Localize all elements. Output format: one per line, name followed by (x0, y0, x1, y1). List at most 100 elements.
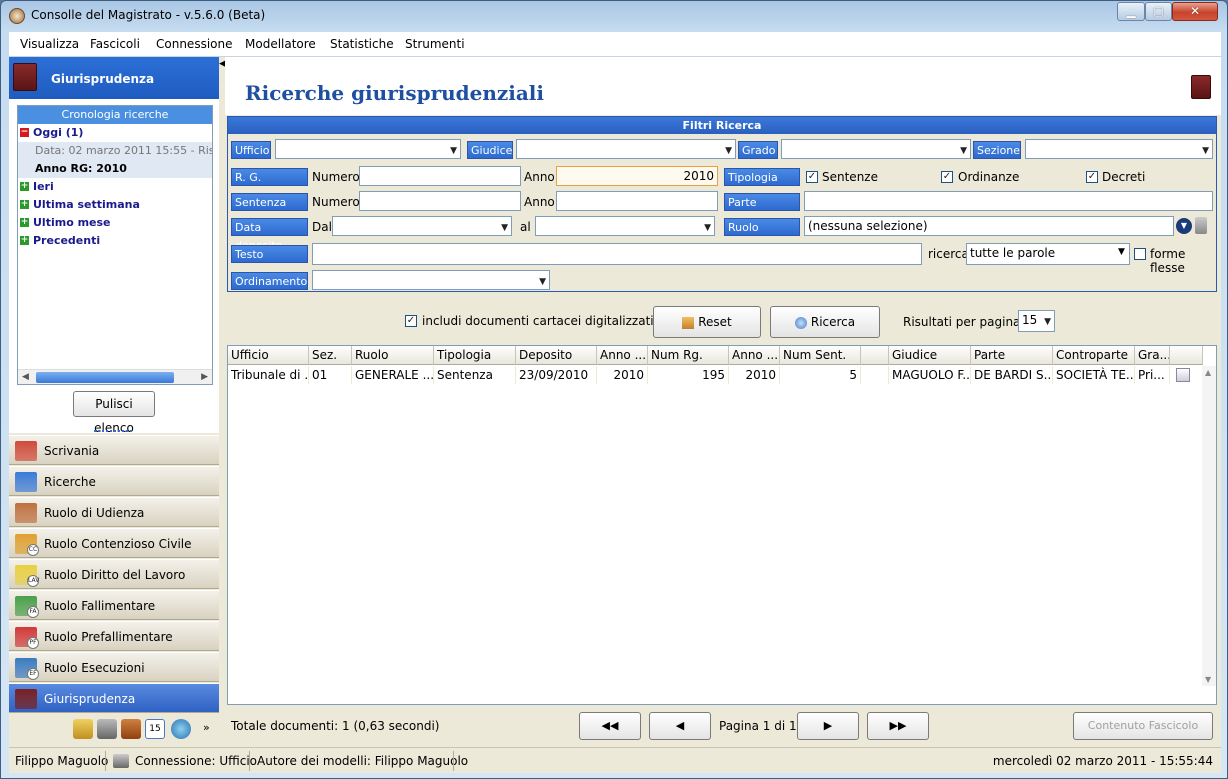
scroll-right-icon[interactable]: ▶ (201, 372, 208, 382)
parte-input[interactable] (804, 191, 1213, 211)
ordinamento-select[interactable]: ▼ (312, 270, 550, 290)
column-header[interactable]: Ufficio (228, 346, 309, 365)
sezione-select[interactable]: ▼ (1025, 139, 1213, 159)
close-button[interactable]: ✕ (1172, 2, 1218, 21)
table-cell[interactable]: Sentenza (434, 366, 516, 384)
table-cell[interactable]: DE BARDI S... (971, 366, 1053, 384)
column-header[interactable]: Parte (971, 346, 1053, 365)
decreti-checkbox[interactable]: ✓ (1086, 171, 1098, 183)
next-page-button[interactable]: ▶ (797, 712, 859, 740)
date-from-picker[interactable]: ▼ (332, 216, 512, 236)
table-cell[interactable]: GENERALE ... (352, 366, 434, 384)
column-header[interactable]: Anno ... (729, 346, 780, 365)
horizontal-scrollbar[interactable]: ◀ ▶ (18, 369, 212, 384)
scroll-left-icon[interactable]: ◀ (22, 372, 29, 382)
rg-anno-input[interactable]: 2010 (556, 166, 718, 186)
tree-node-ieri[interactable]: + Ieri (18, 178, 212, 196)
last-page-button[interactable]: ▶▶ (867, 712, 929, 740)
table-cell[interactable]: 5 (780, 366, 861, 384)
column-header[interactable]: Sez. (309, 346, 352, 365)
table-cell[interactable]: 23/09/2010 (516, 366, 597, 384)
nav-giurisprudenza[interactable]: Giurisprudenza (9, 683, 219, 713)
gears-icon[interactable] (97, 719, 117, 739)
menu-strumenti[interactable]: Strumenti (405, 37, 465, 51)
nav-ruolo-contenzioso-civile[interactable]: CC Ruolo Contenzioso Civile (9, 528, 219, 558)
open-document-icon[interactable] (1176, 368, 1190, 382)
sentenza-numero-input[interactable] (359, 191, 521, 211)
dropdown-circle-icon[interactable]: ▼ (1176, 218, 1192, 234)
search-button[interactable]: Ricerca (770, 306, 880, 338)
collapse-icon[interactable]: − (20, 128, 29, 137)
nav-ruolo-fallimentare[interactable]: FA Ruolo Fallimentare (9, 590, 219, 620)
table-cell[interactable]: 01 (309, 366, 352, 384)
minimize-button[interactable]: ▁ (1117, 2, 1145, 21)
grado-select[interactable]: ▼ (781, 139, 971, 159)
sentenze-checkbox[interactable]: ✓ (806, 171, 818, 183)
column-header[interactable]: Ruolo (352, 346, 434, 365)
nav-scrivania[interactable]: Scrivania (9, 435, 219, 465)
scroll-up-icon[interactable]: ▲ (1205, 368, 1211, 377)
table-cell[interactable]: Tribunale di ... (228, 366, 309, 384)
calendar-icon[interactable]: 15 (145, 719, 165, 739)
tree-node-ultimo-mese[interactable]: + Ultimo mese (18, 214, 212, 232)
menu-connessione[interactable]: Connessione (156, 37, 232, 51)
contenuto-fascicolo-button[interactable]: Contenuto Fascicolo (1073, 712, 1213, 740)
vertical-scrollbar[interactable]: ▲ ▼ (1202, 366, 1216, 686)
table-cell[interactable]: Pri... (1135, 366, 1170, 384)
trash-icon[interactable] (1195, 217, 1207, 234)
column-header[interactable]: Num Rg. (648, 346, 729, 365)
prev-page-button[interactable]: ◀ (649, 712, 711, 740)
expand-icon[interactable]: + (20, 182, 29, 191)
column-header[interactable]: Deposito (516, 346, 597, 365)
ufficio-select[interactable]: ▼ (275, 139, 461, 159)
nav-ruolo-esecuzioni[interactable]: EF Ruolo Esecuzioni (9, 652, 219, 682)
first-page-button[interactable]: ◀◀ (579, 712, 641, 740)
menu-fascicoli[interactable]: Fascicoli (90, 37, 140, 51)
tree-node-ultima-settimana[interactable]: + Ultima settimana (18, 196, 212, 214)
column-header[interactable]: Gra... (1135, 346, 1170, 365)
wrench-icon[interactable] (121, 719, 141, 739)
tree-item-history-entry[interactable]: Data: 02 marzo 2011 15:55 - Risult Anno … (18, 142, 212, 178)
include-digital-checkbox[interactable]: ✓ (405, 315, 417, 327)
rg-numero-input[interactable] (359, 166, 521, 186)
nav-ruolo-di-udienza[interactable]: Ruolo di Udienza (9, 497, 219, 527)
notepad-icon[interactable] (73, 719, 93, 739)
table-cell[interactable]: 195 (648, 366, 729, 384)
testo-input[interactable] (312, 243, 922, 265)
nav-ricerche[interactable]: Ricerche (9, 466, 219, 496)
column-header[interactable]: Num Sent. (780, 346, 861, 365)
menu-modellatore[interactable]: Modellatore (245, 37, 316, 51)
date-to-picker[interactable]: ▼ (535, 216, 715, 236)
column-header[interactable] (1170, 346, 1203, 365)
maximize-button[interactable]: ▢ (1145, 2, 1172, 21)
clear-history-button[interactable]: Pulisci elenco (73, 391, 155, 435)
column-header[interactable]: Controparte (1053, 346, 1135, 365)
column-header[interactable]: Tipologia (434, 346, 516, 365)
expand-icon[interactable]: + (20, 200, 29, 209)
sentenza-anno-input[interactable] (556, 191, 718, 211)
reset-button[interactable]: Reset (653, 306, 761, 338)
table-cell[interactable]: MAGUOLO F... (889, 366, 971, 384)
menu-statistiche[interactable]: Statistiche (330, 37, 394, 51)
overflow-chevron-icon[interactable]: » (203, 721, 210, 734)
expand-icon[interactable]: + (20, 236, 29, 245)
scroll-down-icon[interactable]: ▼ (1205, 675, 1211, 684)
ruolo-select[interactable]: (nessuna selezione) (804, 216, 1174, 236)
globe-icon[interactable] (171, 719, 191, 739)
table-cell[interactable]: SOCIETÀ TE... (1053, 366, 1135, 384)
expand-icon[interactable]: + (20, 218, 29, 227)
forme-flesse-checkbox[interactable] (1134, 248, 1146, 260)
column-header[interactable]: Giudice (889, 346, 971, 365)
nav-ruolo-prefallimentare[interactable]: PF Ruolo Prefallimentare (9, 621, 219, 651)
table-cell[interactable] (861, 366, 889, 384)
nav-ruolo-diritto-del-lavoro[interactable]: LAV Ruolo Diritto del Lavoro (9, 559, 219, 589)
column-header[interactable] (861, 346, 889, 365)
table-cell[interactable]: 2010 (729, 366, 780, 384)
menu-visualizza[interactable]: Visualizza (20, 37, 79, 51)
table-cell[interactable]: 2010 (597, 366, 648, 384)
tree-node-precedenti[interactable]: + Precedenti (18, 232, 212, 250)
ricerca-mode-select[interactable]: tutte le parole (966, 243, 1130, 265)
tree-node-today[interactable]: − Oggi (1) (18, 124, 212, 142)
giudice-select[interactable]: ▼ (516, 139, 736, 159)
column-header[interactable]: Anno ... (597, 346, 648, 365)
